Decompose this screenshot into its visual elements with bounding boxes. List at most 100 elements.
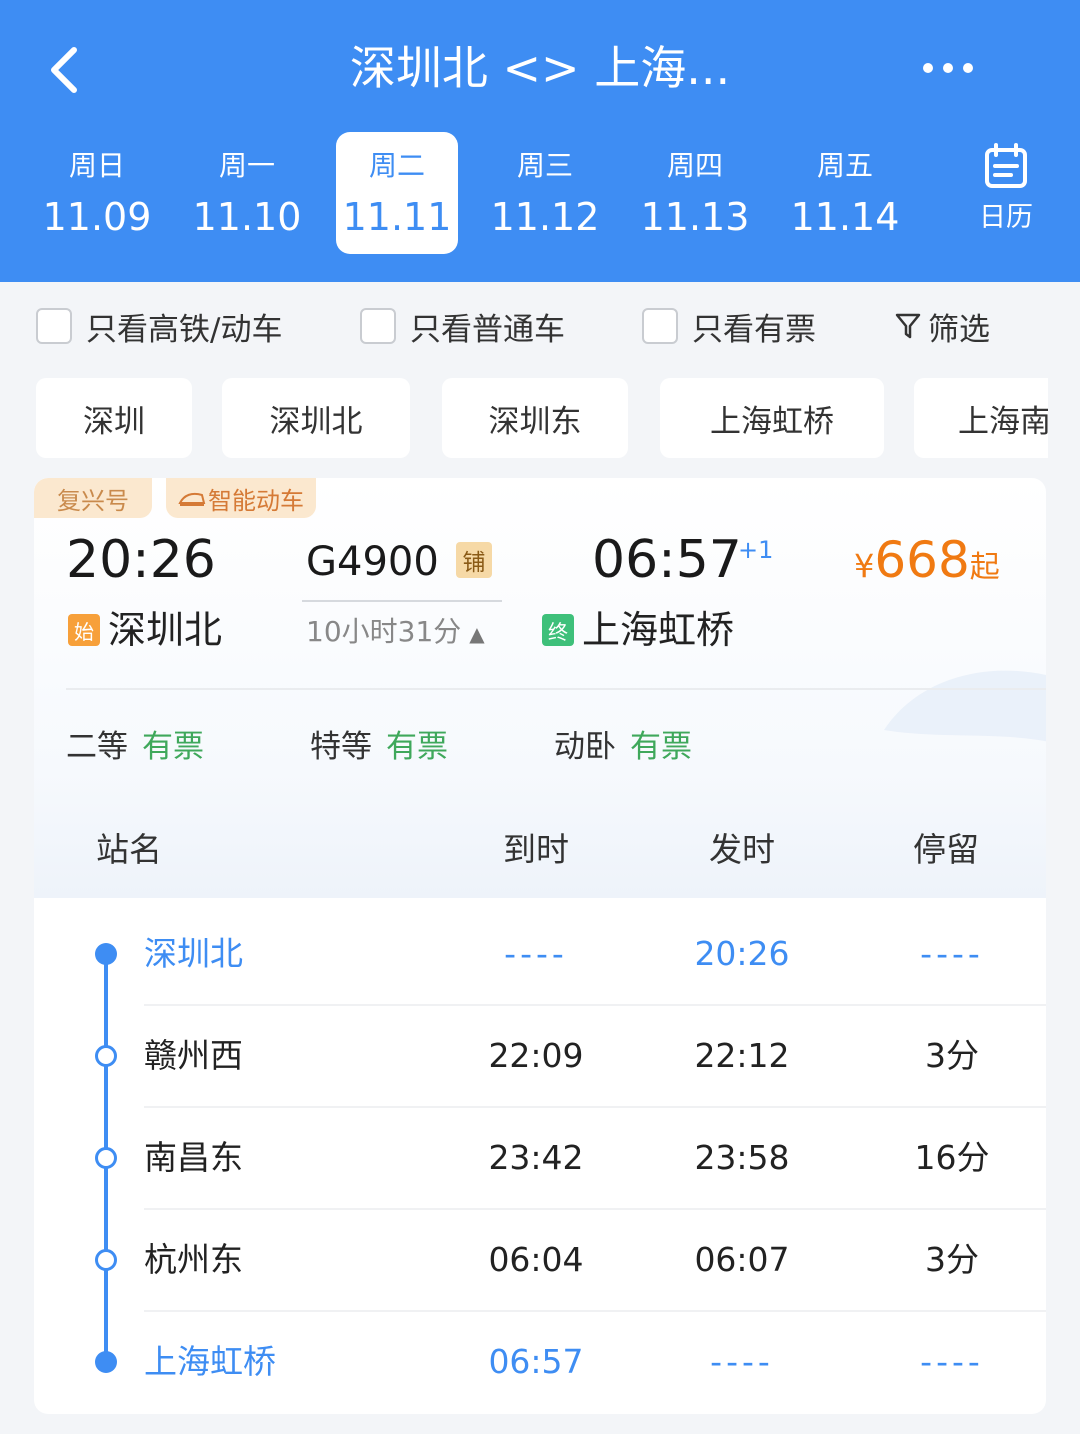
date-tab-thu[interactable]: 周四 11.13: [634, 132, 756, 254]
stop-row: 深圳北 ---- 20:26 ----: [34, 904, 1046, 1006]
stop-row: 杭州东 06:04 06:07 3分: [34, 1210, 1046, 1312]
available-only-checkbox[interactable]: 只看有票: [642, 304, 816, 348]
stop-depart: 06:07: [694, 1240, 790, 1279]
date-value: 11.12: [490, 195, 600, 239]
stop-marker: [95, 1351, 117, 1373]
filter-bar: 只看高铁/动车 只看普通车 只看有票 筛选: [0, 282, 1080, 368]
seat-second-class: 二等 有票: [66, 726, 204, 768]
stop-row: 南昌东 23:42 23:58 16分: [34, 1108, 1046, 1210]
stop-stay: 16分: [914, 1138, 990, 1177]
arrival-station: 上海虹桥: [582, 608, 735, 652]
duration-text: 10小时31分: [306, 615, 462, 648]
price-value: 668: [874, 531, 970, 589]
seat-availability: 有票: [630, 729, 692, 765]
station-chip[interactable]: 上海南: [914, 378, 1048, 458]
station-chip[interactable]: 深圳北: [222, 378, 410, 458]
date-value: 11.10: [192, 195, 302, 239]
price-suffix: 起: [969, 550, 1000, 585]
date-tab-tue[interactable]: 周二 11.11: [336, 132, 458, 254]
date-tab-wed[interactable]: 周三 11.12: [484, 132, 606, 254]
date-selector: 周日 11.09 周一 11.10 周二 11.11 周三 11.12 周四 1…: [0, 130, 1080, 256]
stop-marker: [95, 1249, 117, 1271]
date-weekday: 周一: [218, 149, 275, 182]
calendar-button[interactable]: 日历: [960, 142, 1052, 242]
date-tab-sun[interactable]: 周日 11.09: [36, 132, 158, 254]
seat-class: 动卧: [554, 729, 616, 765]
app-header: 深圳北 <> 上海... 周日 11.09 周一 11.10 周二 11.11 …: [0, 0, 1080, 282]
seat-availability: 有票: [142, 729, 204, 765]
smart-train-label: 智能动车: [208, 486, 304, 515]
checkbox-label: 只看高铁/动车: [86, 311, 283, 348]
stop-arrive: 06:04: [488, 1240, 584, 1279]
funnel-icon: [895, 313, 921, 339]
stop-station: 南昌东: [144, 1138, 243, 1177]
seat-premium-class: 特等 有票: [310, 726, 448, 768]
stop-depart: ----: [710, 1342, 774, 1381]
column-header-station: 站名: [96, 830, 162, 869]
seat-sleeper: 动卧 有票: [554, 726, 692, 768]
column-header-depart: 发时: [709, 830, 775, 869]
departure-badge: 始: [68, 614, 100, 646]
station-chip[interactable]: 深圳东: [442, 378, 628, 458]
duration-toggle[interactable]: 10小时31分 ▲: [306, 614, 485, 652]
stop-marker: [95, 1147, 117, 1169]
date-weekday: 周五: [816, 149, 873, 182]
filter-button[interactable]: 筛选: [894, 304, 990, 348]
seat-class: 二等: [66, 729, 128, 765]
stop-station: 赣州西: [144, 1036, 243, 1075]
date-value: 11.13: [640, 195, 750, 239]
arrival-time: 06:57: [592, 530, 742, 590]
stop-row: 上海虹桥 06:57 ---- ----: [34, 1312, 1046, 1414]
stop-row: 赣州西 22:09 22:12 3分: [34, 1006, 1046, 1108]
regular-only-checkbox[interactable]: 只看普通车: [360, 304, 565, 348]
station-chip[interactable]: 上海虹桥: [660, 378, 884, 458]
seat-availability: 有票: [386, 729, 448, 765]
more-horizontal-icon: [923, 63, 973, 73]
stop-station: 上海虹桥: [144, 1342, 276, 1381]
chevron-left-icon: [51, 47, 77, 93]
stop-arrive: 22:09: [488, 1036, 584, 1075]
stop-arrive: ----: [504, 934, 568, 973]
stop-depart: 20:26: [694, 934, 790, 973]
brand-tag: 复兴号: [34, 478, 152, 518]
price: ¥668起: [854, 530, 1000, 598]
back-button[interactable]: [40, 40, 96, 100]
arrival-badge: 终: [542, 614, 574, 646]
date-tab-mon[interactable]: 周一 11.10: [186, 132, 308, 254]
departure-station: 深圳北: [108, 608, 223, 652]
column-header-arrive: 到时: [503, 830, 569, 869]
card-divider: [66, 688, 1046, 690]
stop-depart: 22:12: [694, 1036, 790, 1075]
bunk-badge: 铺: [456, 542, 492, 578]
calendar-label: 日历: [979, 202, 1033, 233]
station-chips: 深圳 深圳北 深圳东 上海虹桥 上海南: [0, 378, 1048, 462]
date-value: 11.14: [790, 195, 900, 239]
checkbox-label: 只看有票: [692, 311, 816, 348]
stop-station: 深圳北: [144, 934, 243, 973]
stop-stay: ----: [920, 1342, 984, 1381]
smart-train-tag: 智能动车: [166, 478, 316, 518]
high-speed-only-checkbox[interactable]: 只看高铁/动车: [36, 304, 282, 348]
collapse-triangle-icon: ▲: [469, 622, 485, 646]
date-tab-fri[interactable]: 周五 11.14: [784, 132, 906, 254]
checkbox-box: [360, 308, 396, 344]
train-card[interactable]: 复兴号 智能动车 20:26 G4900 铺 06:57 +1 ¥668起 始 …: [34, 478, 1046, 898]
column-header-stay: 停留: [913, 830, 979, 869]
train-number: G4900: [306, 539, 439, 585]
stop-station: 杭州东: [144, 1240, 243, 1279]
station-chip[interactable]: 深圳: [36, 378, 192, 458]
stop-marker: [95, 943, 117, 965]
date-weekday: 周日: [68, 149, 125, 182]
stop-stay: 3分: [925, 1036, 979, 1075]
stop-stay: 3分: [925, 1240, 979, 1279]
checkbox-box: [642, 308, 678, 344]
train-divider: [302, 600, 502, 602]
stop-stay: ----: [920, 934, 984, 973]
more-button[interactable]: [912, 50, 984, 86]
date-value: 11.11: [342, 195, 452, 239]
departure-time: 20:26: [66, 530, 216, 590]
seat-class: 特等: [310, 729, 372, 765]
watermark-decoration: [884, 670, 1046, 742]
stop-arrive: 23:42: [488, 1138, 584, 1177]
stop-arrive: 06:57: [488, 1342, 584, 1381]
